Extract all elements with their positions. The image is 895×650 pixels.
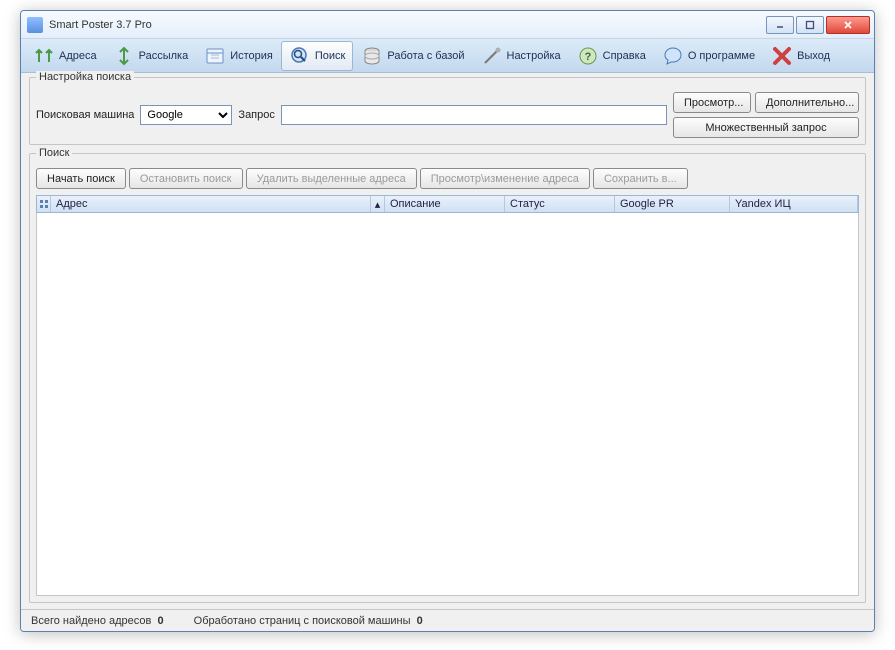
toolbar-exit[interactable]: Выход (763, 41, 838, 71)
toolbar-history-label: История (230, 50, 273, 62)
status-found-count: 0 (158, 615, 164, 627)
close-button[interactable] (826, 16, 870, 34)
toolbar-settings[interactable]: Настройка (473, 41, 569, 71)
window-title: Smart Poster 3.7 Pro (49, 19, 766, 31)
toolbar-database-label: Работа с базой (387, 50, 464, 62)
toolbar-search[interactable]: Поиск (281, 41, 353, 71)
exit-icon (771, 45, 793, 67)
sort-indicator[interactable]: ▴ (371, 196, 385, 212)
mailing-icon (113, 45, 135, 67)
query-label: Запрос (238, 109, 274, 121)
delete-addresses-button[interactable]: Удалить выделенные адреса (246, 168, 417, 189)
content-area: Настройка поиска Поисковая машина Google… (21, 73, 874, 609)
col-google-pr[interactable]: Google PR (615, 196, 730, 212)
col-address[interactable]: Адрес (51, 196, 371, 212)
status-found-label: Всего найдено адресов (31, 615, 151, 627)
window-controls (766, 16, 870, 34)
search-settings-group: Настройка поиска Поисковая машина Google… (29, 77, 866, 145)
addresses-icon (33, 45, 55, 67)
toolbar-help[interactable]: ? Справка (569, 41, 654, 71)
toolbar-exit-label: Выход (797, 50, 830, 62)
stop-search-button[interactable]: Остановить поиск (129, 168, 243, 189)
toolbar-help-label: Справка (603, 50, 646, 62)
results-grid[interactable] (36, 213, 859, 596)
search-group-title: Поиск (36, 147, 72, 159)
status-found: Всего найдено адресов 0 (31, 615, 164, 627)
minimize-button[interactable] (766, 16, 794, 34)
toolbar-about-label: О программе (688, 50, 755, 62)
col-status[interactable]: Статус (505, 196, 615, 212)
save-to-button[interactable]: Сохранить в... (593, 168, 688, 189)
toolbar-mailing[interactable]: Рассылка (105, 41, 197, 71)
toolbar-search-label: Поиск (315, 50, 345, 62)
search-icon (289, 45, 311, 67)
history-icon (204, 45, 226, 67)
additional-button[interactable]: Дополнительно... (755, 92, 859, 113)
toolbar-settings-label: Настройка (507, 50, 561, 62)
col-yandex-ic[interactable]: Yandex ИЦ (730, 196, 858, 212)
results-header: Адрес ▴ Описание Статус Google PR Yandex… (36, 195, 859, 213)
search-group: Поиск Начать поиск Остановить поиск Удал… (29, 153, 866, 603)
main-toolbar: Адреса Рассылка История Поиск Работа с б… (21, 39, 874, 73)
toolbar-about[interactable]: О программе (654, 41, 763, 71)
row-handle-column[interactable] (37, 196, 51, 212)
engine-label: Поисковая машина (36, 109, 134, 121)
toolbar-mailing-label: Рассылка (139, 50, 189, 62)
col-description[interactable]: Описание (385, 196, 505, 212)
title-bar: Smart Poster 3.7 Pro (21, 11, 874, 39)
svg-text:?: ? (584, 51, 591, 63)
browse-button[interactable]: Просмотр... (673, 92, 751, 113)
status-bar: Всего найдено адресов 0 Обработано стран… (21, 609, 874, 631)
about-icon (662, 45, 684, 67)
toolbar-database[interactable]: Работа с базой (353, 41, 472, 71)
search-settings-title: Настройка поиска (36, 71, 134, 83)
toolbar-history[interactable]: История (196, 41, 281, 71)
multi-query-button[interactable]: Множественный запрос (673, 117, 859, 138)
toolbar-addresses[interactable]: Адреса (25, 41, 105, 71)
start-search-button[interactable]: Начать поиск (36, 168, 126, 189)
status-processed-count: 0 (417, 615, 423, 627)
help-icon: ? (577, 45, 599, 67)
engine-select[interactable]: Google (140, 105, 232, 125)
settings-icon (481, 45, 503, 67)
toolbar-addresses-label: Адреса (59, 50, 97, 62)
app-icon (27, 17, 43, 33)
query-input[interactable] (281, 105, 667, 125)
maximize-button[interactable] (796, 16, 824, 34)
status-processed-label: Обработано страниц с поисковой машины (194, 615, 411, 627)
database-icon (361, 45, 383, 67)
status-processed: Обработано страниц с поисковой машины 0 (194, 615, 423, 627)
app-window: Smart Poster 3.7 Pro Адреса Рассылка Ист… (20, 10, 875, 632)
view-change-button[interactable]: Просмотр\изменение адреса (420, 168, 590, 189)
